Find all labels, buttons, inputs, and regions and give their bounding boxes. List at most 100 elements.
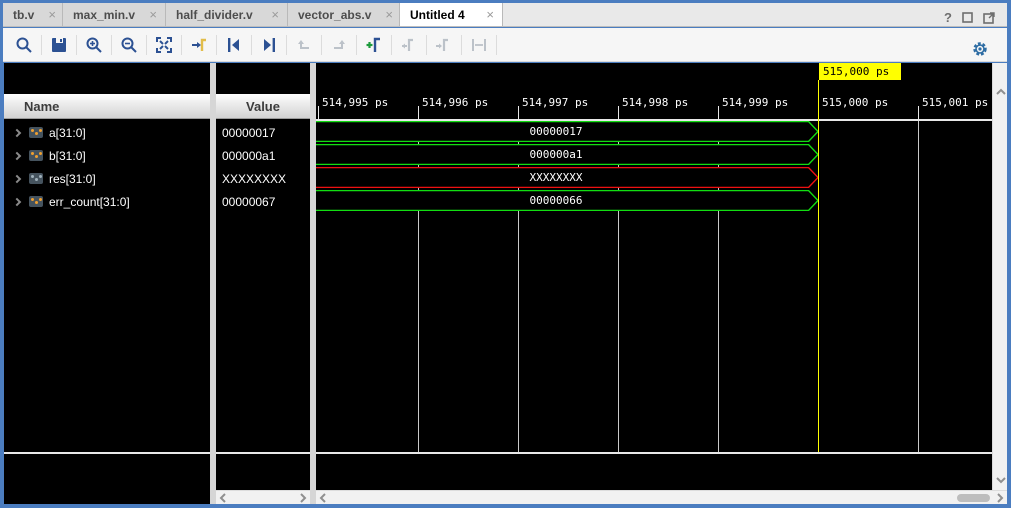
- undo-zoom-button[interactable]: [291, 32, 317, 58]
- expand-chevron-icon[interactable]: [13, 151, 21, 159]
- wave-bus-value: 00000066: [316, 190, 796, 211]
- panel-bottom-separator: [216, 452, 310, 454]
- time-cursor-label[interactable]: 515,000 ps: [819, 63, 901, 80]
- swap-cursors-icon: [470, 36, 488, 54]
- bus-signal-icon: [29, 127, 43, 138]
- go-to-cursor-icon: [190, 36, 208, 54]
- tab-label: Untitled 4: [410, 8, 465, 22]
- wave-bus-a: 00000017: [316, 121, 819, 142]
- signal-row-err-count[interactable]: err_count[31:0]: [4, 190, 210, 213]
- scroll-left-icon[interactable]: [219, 493, 227, 503]
- value-horizontal-scrollbar[interactable]: [216, 490, 310, 504]
- maximize-icon[interactable]: [962, 12, 973, 23]
- panel-bottom-separator: [316, 452, 992, 454]
- redo-zoom-icon: [330, 36, 348, 54]
- signal-value: XXXXXXXX: [222, 167, 286, 190]
- zoom-in-button[interactable]: [81, 32, 107, 58]
- add-marker-button[interactable]: [361, 32, 387, 58]
- vertical-scrollbar[interactable]: [992, 63, 1007, 490]
- tab-close-icon[interactable]: ×: [385, 7, 393, 22]
- tab-vector-abs-v[interactable]: vector_abs.v ×: [288, 3, 400, 26]
- next-transition-button[interactable]: [256, 32, 282, 58]
- gridline: [918, 120, 919, 452]
- zoom-fit-icon: [155, 36, 173, 54]
- expand-chevron-icon[interactable]: [13, 128, 21, 136]
- float-icon[interactable]: [983, 12, 995, 24]
- signal-name: err_count[31:0]: [49, 195, 130, 209]
- scroll-right-icon[interactable]: [996, 493, 1004, 503]
- search-icon: [15, 36, 33, 54]
- tab-label: tb.v: [13, 8, 34, 22]
- tab-close-icon[interactable]: ×: [149, 7, 157, 22]
- help-icon[interactable]: ?: [944, 10, 952, 25]
- wave-bus-err-count: 00000066: [316, 190, 819, 211]
- bus-signal-icon: [29, 173, 43, 184]
- wave-bus-value: XXXXXXXX: [316, 167, 796, 188]
- save-icon: [50, 36, 68, 54]
- wave-bus-res: XXXXXXXX: [316, 167, 819, 188]
- expand-chevron-icon[interactable]: [13, 174, 21, 182]
- find-button[interactable]: [11, 32, 37, 58]
- name-column-header[interactable]: Name: [4, 94, 210, 119]
- signal-row-b[interactable]: b[31:0]: [4, 144, 210, 167]
- tab-label: half_divider.v: [176, 8, 253, 22]
- previous-marker-icon: [400, 36, 418, 54]
- axis-tick: [318, 106, 319, 119]
- next-marker-button[interactable]: [431, 32, 457, 58]
- tab-label: vector_abs.v: [298, 8, 371, 22]
- zoom-out-icon: [120, 36, 138, 54]
- signal-name-panel: Name a[31:0] b[31:0] res[31:0] err_count: [4, 63, 210, 504]
- redo-zoom-button[interactable]: [326, 32, 352, 58]
- waveform-window: tb.v × max_min.v × half_divider.v × vect…: [0, 0, 1011, 508]
- axis-tick-label: 514,998 ps: [622, 96, 688, 109]
- axis-tick-label: 514,997 ps: [522, 96, 588, 109]
- previous-transition-icon: [225, 36, 243, 54]
- tab-close-icon[interactable]: ×: [486, 7, 494, 22]
- tab-label: max_min.v: [73, 8, 135, 22]
- signal-name: a[31:0]: [49, 126, 86, 140]
- panel-bottom-separator: [4, 452, 210, 454]
- swap-cursors-button[interactable]: [466, 32, 492, 58]
- settings-button[interactable]: [967, 36, 993, 62]
- axis-tick: [918, 106, 919, 119]
- expand-chevron-icon[interactable]: [13, 197, 21, 205]
- wave-canvas[interactable]: 514,995 ps 514,996 ps 514,997 ps 514,998…: [316, 63, 992, 490]
- signal-row-res[interactable]: res[31:0]: [4, 167, 210, 190]
- axis-tick-label: 515,001 ps: [922, 96, 988, 109]
- zoom-out-button[interactable]: [116, 32, 142, 58]
- axis-tick-label: 514,995 ps: [322, 96, 388, 109]
- axis-tick-label: 514,999 ps: [722, 96, 788, 109]
- signal-name: b[31:0]: [49, 149, 86, 163]
- tab-max-min-v[interactable]: max_min.v ×: [63, 3, 166, 26]
- scroll-down-icon[interactable]: [996, 476, 1006, 484]
- scroll-up-icon[interactable]: [996, 88, 1006, 96]
- tab-half-divider-v[interactable]: half_divider.v ×: [166, 3, 288, 26]
- bus-signal-icon: [29, 196, 43, 207]
- axis-tick: [418, 106, 419, 119]
- value-column-header[interactable]: Value: [216, 94, 310, 119]
- scroll-right-icon[interactable]: [299, 493, 307, 503]
- tab-untitled-4[interactable]: Untitled 4 ×: [400, 3, 503, 26]
- previous-marker-button[interactable]: [396, 32, 422, 58]
- zoom-fit-button[interactable]: [151, 32, 177, 58]
- go-to-time-button[interactable]: [186, 32, 212, 58]
- tab-tb-v[interactable]: tb.v ×: [3, 3, 63, 26]
- wave-toolbar: [3, 28, 1007, 62]
- axis-tick: [718, 106, 719, 119]
- save-wave-config-button[interactable]: [46, 32, 72, 58]
- axis-tick: [518, 106, 519, 119]
- time-cursor-line[interactable]: [818, 80, 819, 452]
- signal-name: res[31:0]: [49, 172, 96, 186]
- tab-close-icon[interactable]: ×: [48, 7, 56, 22]
- tab-close-icon[interactable]: ×: [271, 7, 279, 22]
- wave-horizontal-scrollbar[interactable]: [316, 490, 1007, 504]
- scroll-left-icon[interactable]: [319, 493, 327, 503]
- signal-row-a[interactable]: a[31:0]: [4, 121, 210, 144]
- previous-transition-button[interactable]: [221, 32, 247, 58]
- signal-value: 00000067: [222, 190, 275, 213]
- window-controls: ?: [944, 10, 995, 25]
- zoom-in-icon: [85, 36, 103, 54]
- bus-signal-icon: [29, 150, 43, 161]
- scrollbar-thumb[interactable]: [957, 494, 990, 502]
- next-marker-icon: [435, 36, 453, 54]
